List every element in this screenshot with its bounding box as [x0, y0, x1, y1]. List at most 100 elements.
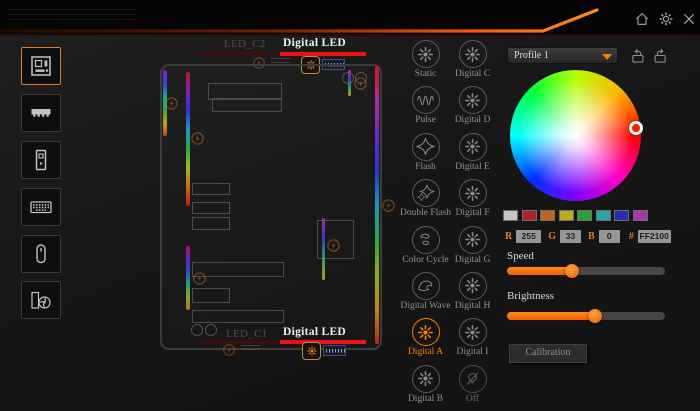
pcie-slot [192, 183, 230, 195]
brightness-slider-fill [507, 312, 595, 320]
led-zone-icon[interactable] [190, 131, 205, 146]
motherboard-icon [29, 54, 53, 78]
zone-tab-digital-led-bottom[interactable]: Digital LED [283, 326, 346, 338]
sidebar-item-pc-case[interactable] [21, 141, 61, 179]
pc-case-icon [29, 148, 53, 172]
pcie-slot [192, 217, 230, 230]
double-flash-icon [416, 184, 435, 203]
led-zone-icon[interactable] [164, 96, 179, 111]
calibration-button[interactable]: Calibration [509, 344, 587, 363]
title-bar [0, 0, 700, 34]
effect-color-cycle[interactable]: Color Cycle [402, 226, 449, 272]
effect-pulse[interactable]: Pulse [402, 86, 449, 132]
effect-digital-a[interactable]: Digital A [402, 318, 449, 364]
sun-icon [416, 45, 435, 64]
effect-digital-f[interactable]: Digital F [449, 179, 496, 225]
export-profile-icon[interactable] [652, 47, 669, 64]
effect-digital-i[interactable]: Digital I [449, 318, 496, 364]
zone-tab-led-c1[interactable]: LED_C1 [226, 328, 268, 340]
close-icon[interactable] [681, 11, 697, 27]
zone-underline [197, 52, 289, 55]
memory-icon [29, 101, 53, 125]
brightness-slider-thumb[interactable] [588, 309, 602, 323]
effect-digital-h[interactable]: Digital H [449, 272, 496, 318]
g-value-field[interactable]: 33 [560, 230, 581, 243]
zone-underline-active [280, 52, 366, 56]
effect-static[interactable]: Static [402, 40, 449, 86]
pcie-slot [192, 310, 284, 323]
sun-icon [463, 91, 482, 110]
g-label: G [548, 231, 556, 242]
brightness-slider[interactable] [507, 312, 665, 320]
effects-list: Static Digital C Pulse Digital D Flash D… [402, 40, 496, 411]
sidebar-item-memory[interactable] [21, 94, 61, 132]
swatch[interactable] [522, 210, 537, 221]
b-value-field[interactable]: 0 [599, 230, 620, 243]
speed-slider[interactable] [507, 267, 665, 275]
color-cycle-globe-icon [416, 230, 435, 249]
led-zone-icon[interactable] [192, 271, 207, 286]
hex-value-field[interactable]: FF2100 [638, 230, 671, 243]
gear-icon[interactable] [658, 11, 674, 27]
r-label: R [505, 231, 512, 242]
effect-off[interactable]: Off [449, 365, 496, 411]
rgb-strip [375, 66, 379, 344]
mouse-icon [29, 242, 53, 266]
profile-value: Profile 1 [514, 50, 549, 61]
brightness-label: Brightness [507, 290, 554, 302]
sidebar-item-motherboard[interactable] [21, 47, 61, 85]
swatch[interactable] [503, 210, 518, 221]
rgb-strip [186, 246, 190, 310]
digital-led-zone-button[interactable] [302, 342, 321, 360]
sun-icon [463, 184, 482, 203]
sun-icon [463, 45, 482, 64]
effect-digital-e[interactable]: Digital E [449, 133, 496, 179]
sun-icon [416, 323, 435, 342]
sidebar-item-keyboard[interactable] [21, 188, 61, 226]
effect-double-flash[interactable]: Double Flash [402, 179, 449, 225]
r-value-field[interactable]: 255 [516, 230, 541, 243]
sun-icon [306, 345, 318, 357]
sun-icon [463, 323, 482, 342]
effect-digital-wave[interactable]: Digital Wave [402, 272, 449, 318]
sidebar-item-peripherals[interactable] [21, 281, 61, 319]
swatch[interactable] [559, 210, 574, 221]
color-picker-cursor[interactable] [629, 121, 643, 135]
color-wheel[interactable] [510, 70, 641, 201]
rgb-fusion-window: LED_C2 Digital LED LED_C1 Digital LED St… [0, 0, 700, 411]
effect-digital-c[interactable]: Digital C [449, 40, 496, 86]
color-swatches [503, 210, 648, 221]
b-label: B [588, 231, 595, 242]
zone-underline-active [280, 340, 366, 344]
speed-slider-fill [507, 267, 572, 275]
led-zone-icon[interactable] [381, 198, 396, 213]
effect-digital-d[interactable]: Digital D [449, 86, 496, 132]
led-zone-icon[interactable] [222, 343, 236, 362]
home-icon[interactable] [634, 11, 650, 27]
zone-tab-led-c2[interactable]: LED_C2 [224, 38, 266, 50]
effect-digital-b[interactable]: Digital B [402, 365, 449, 411]
effect-flash[interactable]: Flash [402, 133, 449, 179]
pulse-wave-icon [416, 91, 435, 110]
led-zone-icon[interactable] [326, 238, 341, 253]
swatch[interactable] [577, 210, 592, 221]
led-zone-icon[interactable] [353, 76, 368, 91]
swatch[interactable] [596, 210, 611, 221]
sun-icon [416, 369, 435, 388]
digital-led-chip-badge [323, 345, 346, 356]
zone-tab-digital-led-top[interactable]: Digital LED [283, 37, 346, 49]
import-profile-icon[interactable] [629, 47, 646, 64]
effect-digital-g[interactable]: Digital G [449, 226, 496, 272]
swatch[interactable] [633, 210, 648, 221]
sun-icon [463, 137, 482, 156]
swatch[interactable] [614, 210, 629, 221]
sidebar-item-mouse[interactable] [21, 235, 61, 273]
swatch[interactable] [540, 210, 555, 221]
board-circle [205, 324, 217, 336]
accent-swoosh [0, 0, 700, 40]
chevron-down-icon [602, 54, 612, 60]
speed-slider-thumb[interactable] [565, 264, 579, 278]
rgb-strip [348, 70, 351, 96]
speed-label: Speed [507, 250, 534, 262]
profile-dropdown[interactable]: Profile 1 [507, 47, 618, 64]
